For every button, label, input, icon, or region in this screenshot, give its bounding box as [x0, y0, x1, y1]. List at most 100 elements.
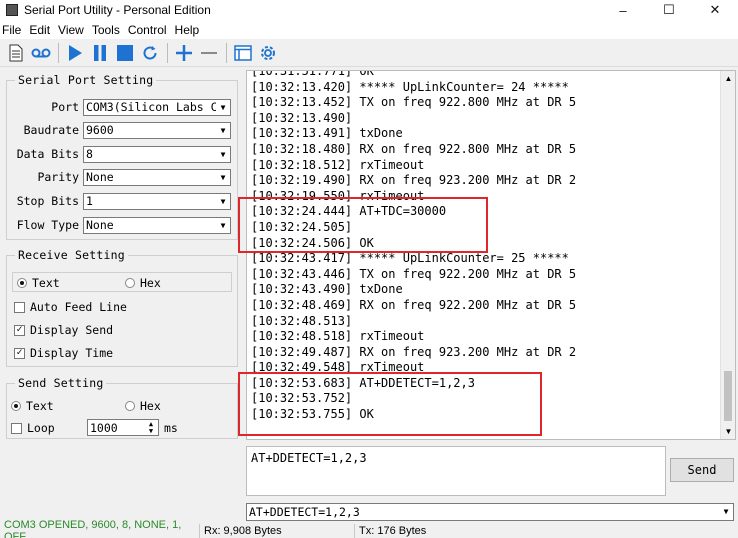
auto-feed-label: Auto Feed Line — [30, 300, 127, 314]
log-line: [10:31:51.771] OK — [251, 70, 374, 78]
group-title: Send Setting — [15, 376, 107, 390]
play-icon[interactable] — [63, 41, 87, 65]
display-send-checkbox[interactable]: ✓ Display Send — [14, 323, 113, 337]
chevron-down-icon: ▼ — [719, 504, 733, 519]
send-text-label: Text — [26, 399, 54, 413]
window-title: Serial Port Utility - Personal Edition — [24, 3, 211, 17]
pause-icon[interactable] — [88, 41, 112, 65]
maximize-button[interactable]: ☐ — [646, 0, 692, 20]
log-line: [10:32:49.487] RX on freq 923.200 MHz at… — [251, 344, 577, 359]
tape-icon[interactable] — [29, 41, 53, 65]
log-line: [10:32:43.490] txDone — [251, 282, 403, 297]
stopbits-select[interactable]: 1 ▼ — [83, 192, 231, 210]
display-time-label: Display Time — [30, 346, 114, 360]
tx-count: Tx: 176 Bytes — [359, 525, 427, 537]
window-icon[interactable] — [231, 41, 255, 65]
new-icon[interactable] — [4, 41, 28, 65]
menu-edit[interactable]: Edit — [25, 23, 54, 37]
port-label: Port — [51, 100, 79, 114]
baud-label: Baudrate — [23, 123, 79, 137]
receive-setting-group: Receive Setting Text Hex Auto Feed Line … — [6, 248, 238, 367]
display-send-label: Display Send — [30, 323, 114, 337]
menu-file[interactable]: File — [0, 23, 25, 37]
log-line: [10:32:13.491] txDone — [251, 126, 403, 141]
send-text-area[interactable]: AT+DDETECT=1,2,3 — [246, 446, 666, 496]
chevron-down-icon: ▼ — [216, 146, 230, 162]
port-value: COM3(Silicon Labs CF — [86, 100, 225, 114]
title-bar: Serial Port Utility - Personal Edition –… — [0, 0, 738, 20]
receive-hex-label: Hex — [140, 276, 161, 290]
log-line: [10:32:48.513] — [251, 313, 353, 328]
scroll-thumb[interactable] — [724, 371, 732, 421]
radio-checked-icon — [17, 278, 27, 288]
remove-icon[interactable] — [197, 41, 221, 65]
baud-row: Baudrate 9600 ▼ — [7, 121, 231, 139]
window-controls: – ☐ ✕ — [600, 0, 738, 20]
add-icon[interactable] — [172, 41, 196, 65]
flow-value: None — [86, 218, 114, 232]
toolbar-separator — [58, 42, 59, 63]
toolbar — [0, 39, 738, 67]
log-line: [10:32:13.490] — [251, 110, 353, 125]
menu-bar: File Edit View Tools Control Help — [0, 20, 738, 39]
menu-control[interactable]: Control — [124, 23, 171, 37]
minimize-button[interactable]: – — [600, 0, 646, 20]
receive-text-label: Text — [32, 276, 60, 290]
spin-arrows-icon[interactable]: ▲ ▼ — [144, 420, 158, 435]
chevron-down-icon: ▼ — [216, 99, 230, 115]
stop-icon[interactable] — [113, 41, 137, 65]
log-line: [10:32:43.417] ***** UpLinkCounter= 25 *… — [251, 251, 569, 266]
scroll-up-icon[interactable]: ▲ — [721, 71, 735, 86]
display-time-checkbox[interactable]: ✓ Display Time — [14, 346, 113, 360]
toolbar-separator — [167, 42, 168, 63]
parity-select[interactable]: None ▼ — [83, 168, 231, 186]
log-scrollbar[interactable]: ▲ ▼ — [720, 71, 735, 439]
checkbox-checked-icon: ✓ — [14, 324, 25, 336]
connection-status: COM3 OPENED, 9600, 8, NONE, 1, OFF — [0, 519, 200, 538]
app-icon — [6, 4, 18, 16]
group-title: Serial Port Setting — [15, 73, 157, 87]
menu-help[interactable]: Help — [171, 23, 204, 37]
send-setting-group: Send Setting Text Hex Loop 1000 ▲ ▼ ms — [6, 376, 238, 439]
serial-port-setting-group: Serial Port Setting Port COM3(Silicon La… — [6, 73, 238, 240]
refresh-icon[interactable] — [138, 41, 162, 65]
parity-value: None — [86, 170, 114, 184]
port-select[interactable]: COM3(Silicon Labs CF ▼ — [83, 98, 231, 116]
loop-interval-spinbox[interactable]: 1000 ▲ ▼ — [87, 419, 159, 436]
menu-tools[interactable]: Tools — [88, 23, 124, 37]
log-line: [10:32:19.490] RX on freq 923.200 MHz at… — [251, 173, 577, 188]
send-hex-radio[interactable]: Hex — [125, 399, 161, 413]
databits-select[interactable]: 8 ▼ — [83, 145, 231, 163]
settings-icon[interactable] — [256, 41, 280, 65]
loop-interval-value: 1000 — [90, 420, 118, 435]
group-title: Receive Setting — [15, 248, 128, 262]
send-button[interactable]: Send — [670, 458, 734, 482]
log-line: [10:32:48.518] rxTimeout — [251, 329, 425, 344]
databits-value: 8 — [86, 147, 93, 161]
parity-row: Parity None ▼ — [7, 168, 231, 186]
highlight-box-tdc — [238, 197, 488, 253]
scroll-down-icon[interactable]: ▼ — [721, 424, 735, 439]
flow-row: Flow Type None ▼ — [7, 216, 231, 234]
command-history-value: AT+DDETECT=1,2,3 — [249, 505, 360, 519]
flow-select[interactable]: None ▼ — [83, 216, 231, 234]
menu-view[interactable]: View — [54, 23, 88, 37]
loop-unit-label: ms — [164, 421, 178, 435]
radio-checked-icon — [11, 401, 21, 411]
receive-hex-radio[interactable]: Hex — [125, 276, 161, 290]
loop-checkbox[interactable]: Loop — [11, 421, 55, 435]
flow-label: Flow Type — [16, 218, 79, 232]
status-bar: COM3 OPENED, 9600, 8, NONE, 1, OFF Rx: 9… — [0, 519, 738, 538]
send-text-radio[interactable]: Text — [11, 399, 54, 413]
checkbox-unchecked-icon — [11, 422, 22, 434]
auto-feed-checkbox[interactable]: Auto Feed Line — [14, 300, 127, 314]
close-button[interactable]: ✕ — [692, 0, 738, 20]
databits-label: Data Bits — [16, 147, 79, 161]
log-line: [10:32:13.420] ***** UpLinkCounter= 24 *… — [251, 79, 569, 94]
baud-select[interactable]: 9600 ▼ — [83, 121, 231, 139]
command-history-select[interactable]: AT+DDETECT=1,2,3 ▼ — [246, 503, 734, 521]
send-hex-label: Hex — [140, 399, 161, 413]
receive-text-radio[interactable]: Text — [17, 276, 60, 290]
rx-count: Rx: 9,908 Bytes — [200, 524, 355, 538]
stopbits-value: 1 — [86, 194, 93, 208]
